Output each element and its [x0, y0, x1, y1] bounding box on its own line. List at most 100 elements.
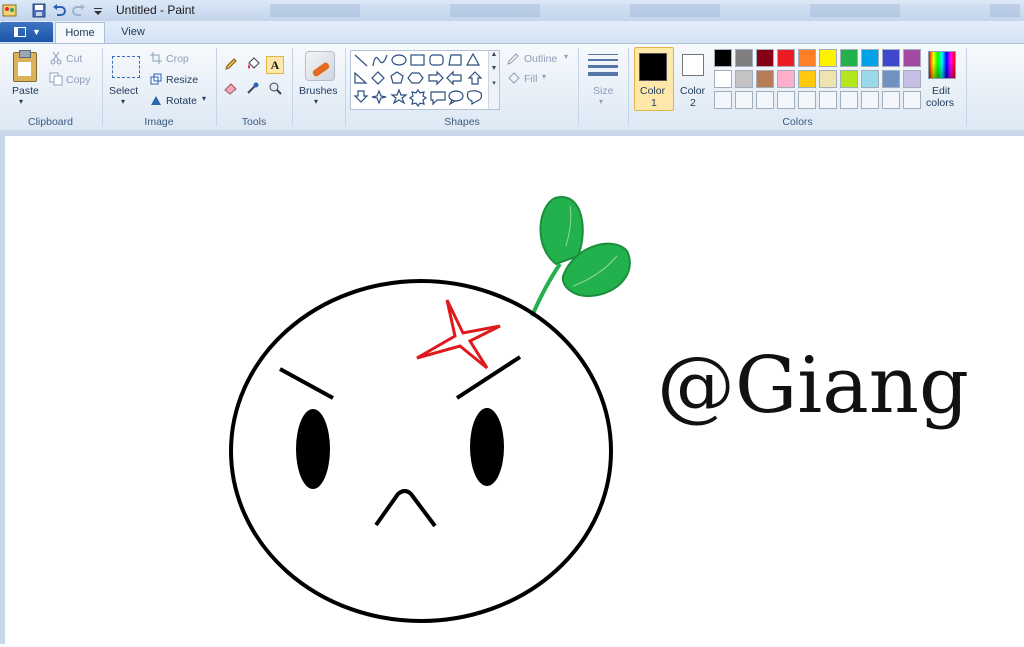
palette-color-swatch[interactable]: [798, 70, 816, 88]
color1-label: Color: [640, 85, 666, 97]
magnifier-icon[interactable]: [266, 80, 284, 98]
chevron-down-icon[interactable]: ▾: [599, 97, 603, 106]
left-eye: [296, 409, 330, 489]
fill-icon[interactable]: [244, 56, 262, 74]
file-menu-button[interactable]: ▼: [0, 22, 53, 42]
palette-color-swatch[interactable]: [798, 91, 816, 109]
palette-color-swatch[interactable]: [714, 70, 732, 88]
taskbar-background: [270, 4, 1020, 17]
face-outline: [229, 279, 613, 623]
group-label: Tools: [241, 116, 267, 128]
palette-color-swatch[interactable]: [861, 49, 879, 67]
pencil-icon[interactable]: [222, 56, 240, 74]
palette-color-swatch[interactable]: [861, 70, 879, 88]
file-menu-icon: [14, 27, 26, 37]
clipboard-group: Paste ▾ Cut Copy Clipboard: [0, 44, 101, 130]
palette-color-swatch[interactable]: [861, 91, 879, 109]
chevron-down-icon[interactable]: ▾: [564, 52, 568, 61]
text-icon[interactable]: A: [266, 56, 284, 74]
resize-button[interactable]: Resize: [166, 74, 198, 86]
color1-number: 1: [651, 97, 657, 109]
palette-color-swatch[interactable]: [756, 91, 774, 109]
fill-button[interactable]: Fill: [524, 73, 537, 85]
palette-color-swatch[interactable]: [840, 49, 858, 67]
paste-button[interactable]: Paste: [12, 85, 39, 97]
undo-icon[interactable]: [52, 3, 66, 18]
tools-group: A Tools: [217, 44, 291, 130]
chevron-down-icon[interactable]: ▾: [121, 97, 125, 106]
color2-label: Color: [680, 85, 706, 97]
cut-button[interactable]: Cut: [66, 53, 82, 65]
resize-icon: [150, 73, 162, 85]
ribbon-tab-strip: ▼ Home View: [0, 21, 1024, 43]
palette-color-swatch[interactable]: [714, 91, 732, 109]
shapes-gallery[interactable]: ▲ ▼ ▾: [350, 50, 500, 110]
group-label: Clipboard: [28, 116, 73, 128]
crop-button[interactable]: Crop: [166, 53, 189, 65]
eraser-icon[interactable]: [222, 80, 240, 98]
palette-color-swatch[interactable]: [903, 49, 921, 67]
palette-color-swatch[interactable]: [819, 70, 837, 88]
group-divider: [345, 48, 346, 126]
palette-color-swatch[interactable]: [840, 70, 858, 88]
palette-color-swatch[interactable]: [798, 49, 816, 67]
edit-colors-button-line2[interactable]: colors: [926, 97, 954, 109]
color-picker-icon[interactable]: [244, 80, 262, 98]
crop-icon: [150, 52, 162, 64]
color2-button[interactable]: [682, 54, 704, 76]
right-eyebrow: [455, 355, 522, 400]
tab-home[interactable]: Home: [55, 22, 105, 43]
fill-style-icon: [508, 72, 520, 84]
redo-icon[interactable]: [72, 3, 86, 18]
paint-app-icon[interactable]: [2, 3, 18, 18]
size-button[interactable]: Size: [593, 85, 613, 97]
palette-color-swatch[interactable]: [777, 49, 795, 67]
color2-number: 2: [690, 97, 696, 109]
edit-colors-button[interactable]: Edit: [932, 85, 950, 97]
save-icon[interactable]: [32, 3, 46, 18]
chevron-down-icon[interactable]: ▾: [202, 94, 206, 103]
ribbon: Paste ▾ Cut Copy Clipboard Select ▾ Crop…: [0, 43, 1024, 131]
brushes-button[interactable]: Brushes: [299, 85, 338, 97]
chevron-down-icon[interactable]: ▾: [542, 72, 546, 81]
select-icon[interactable]: [112, 56, 140, 78]
palette-color-swatch[interactable]: [882, 91, 900, 109]
palette-color-swatch[interactable]: [819, 91, 837, 109]
palette-color-swatch[interactable]: [882, 49, 900, 67]
copy-icon: [49, 72, 63, 86]
tab-view[interactable]: View: [108, 22, 158, 43]
frown-mouth: [374, 489, 437, 528]
palette-color-swatch[interactable]: [735, 91, 753, 109]
palette-color-swatch[interactable]: [777, 70, 795, 88]
size-icon[interactable]: [588, 54, 618, 80]
image-group: Select ▾ Crop Resize Rotate ▾ Image: [103, 44, 215, 130]
group-label: Shapes: [444, 116, 480, 128]
palette-color-swatch[interactable]: [735, 70, 753, 88]
paste-icon[interactable]: [13, 50, 37, 82]
select-button[interactable]: Select: [109, 85, 138, 97]
palette-color-swatch[interactable]: [777, 91, 795, 109]
rotate-button[interactable]: Rotate: [166, 95, 197, 107]
palette-color-swatch[interactable]: [756, 70, 774, 88]
edit-colors-icon[interactable]: [928, 51, 956, 79]
palette-color-swatch[interactable]: [735, 49, 753, 67]
chevron-down-icon[interactable]: ▾: [314, 97, 318, 106]
chevron-down-icon[interactable]: ▾: [19, 97, 23, 106]
brush-icon[interactable]: [305, 51, 335, 81]
palette-color-swatch[interactable]: [714, 49, 732, 67]
palette-color-swatch[interactable]: [903, 91, 921, 109]
customize-dropdown-icon[interactable]: [92, 3, 104, 18]
palette-color-swatch[interactable]: [756, 49, 774, 67]
drawing-canvas[interactable]: @Giang: [5, 136, 1024, 644]
copy-button[interactable]: Copy: [66, 74, 91, 86]
group-label: Image: [144, 116, 174, 128]
palette-color-swatch[interactable]: [840, 91, 858, 109]
outline-button[interactable]: Outline: [524, 53, 557, 65]
palette-color-swatch[interactable]: [882, 70, 900, 88]
outline-icon: [507, 53, 519, 65]
shapes-gallery-scrollbar[interactable]: ▲ ▼ ▾: [488, 51, 499, 109]
group-divider: [628, 48, 629, 126]
window-title: Untitled - Paint: [116, 3, 195, 17]
palette-color-swatch[interactable]: [819, 49, 837, 67]
palette-color-swatch[interactable]: [903, 70, 921, 88]
